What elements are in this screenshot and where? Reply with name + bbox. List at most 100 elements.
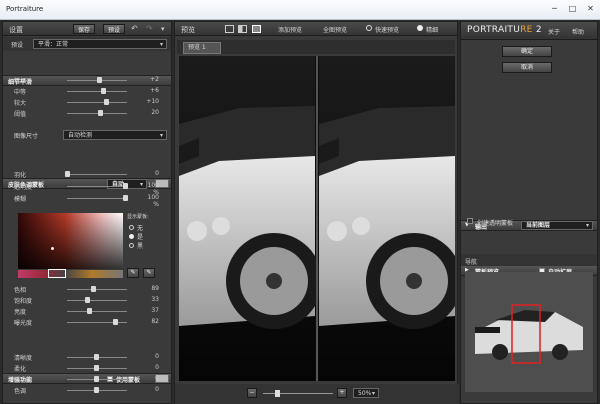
- save-button[interactable]: 保存: [73, 24, 95, 34]
- fine-radio[interactable]: [417, 25, 423, 31]
- zoom-slider-knob[interactable]: [275, 390, 280, 397]
- detail-slider-value: +2: [150, 76, 159, 83]
- color-slider-knob[interactable]: [112, 319, 118, 325]
- color-picker-marker[interactable]: [51, 247, 54, 250]
- detail-slider-knob[interactable]: [96, 77, 102, 83]
- zoom-bar: − + 50%: [175, 384, 459, 404]
- quick-preview-radio[interactable]: [366, 25, 372, 31]
- color-slider-knob[interactable]: [85, 297, 91, 303]
- settings-panel: 设置 保存 预设 ↶ ↷ ▾ 预设 平滑：正常 细节平滑 精细+2中等+6较大+…: [2, 21, 172, 404]
- maximize-icon[interactable]: □: [566, 3, 579, 15]
- detail-slider-knob[interactable]: [98, 110, 104, 116]
- skin-slider-value: 100 %: [147, 194, 159, 208]
- enhance-slider-row: 柔化 0: [3, 363, 168, 373]
- color-slider-label: 色相: [14, 287, 27, 294]
- color-slider-knob[interactable]: [91, 286, 97, 292]
- color-add-icon[interactable]: ✎: [127, 268, 139, 278]
- preview-header: 预览 添加预览 全图预览 快速预览 精细: [175, 22, 457, 36]
- window-title: Portraiture: [6, 5, 44, 13]
- minimize-icon[interactable]: ─: [548, 3, 561, 15]
- navigator-thumbnail[interactable]: [465, 272, 593, 392]
- detail-slider-track[interactable]: [67, 91, 127, 92]
- enhance-slider-knob[interactable]: [94, 387, 99, 393]
- enhance-slider-label: 暖色调: [14, 377, 33, 384]
- enhance-slider-label: 柔化: [14, 366, 27, 373]
- about-link[interactable]: 关于: [548, 27, 560, 36]
- radio-icon: [129, 243, 134, 248]
- mask-option-radio[interactable]: 黑: [129, 241, 143, 250]
- mask-option-label: 黑: [137, 243, 144, 250]
- full-preview-button[interactable]: 全图预览: [323, 25, 347, 34]
- enhance-slider-label: 清晰度: [14, 355, 33, 362]
- skin-color-picker[interactable]: [18, 213, 123, 269]
- color-sub-icon[interactable]: ✎: [143, 268, 155, 278]
- cancel-button[interactable]: 取消: [502, 62, 552, 73]
- skin-slider-row: 透明度 100 %: [3, 181, 168, 196]
- mask-display-group: 显示蒙板: 无是黑: [127, 213, 171, 253]
- side-by-side-icon[interactable]: [252, 25, 261, 33]
- undo-icon[interactable]: ↶: [131, 24, 138, 33]
- preview-tab[interactable]: 预览 1: [183, 42, 221, 54]
- new-layer-checkbox[interactable]: [467, 218, 473, 224]
- mask-option-radio[interactable]: 是: [129, 232, 143, 241]
- new-layer-row: 创建透明蒙板: [461, 215, 597, 227]
- skin-slider-row: 模糊 100 %: [3, 193, 168, 208]
- zoom-out-button[interactable]: −: [247, 388, 257, 398]
- zoom-slider-track[interactable]: [263, 393, 333, 394]
- portrait-size-select[interactable]: 自动检测: [63, 130, 167, 140]
- hue-bar[interactable]: [18, 269, 123, 278]
- zoom-in-button[interactable]: +: [337, 388, 347, 398]
- zoom-select[interactable]: 50%: [353, 388, 379, 398]
- enhance-slider-knob[interactable]: [94, 354, 99, 360]
- radio-icon: [129, 234, 134, 239]
- color-slider-value: 37: [151, 307, 159, 314]
- detail-slider-track[interactable]: [67, 102, 127, 103]
- brand-header: PORTRAITURE 2 关于 帮助: [461, 22, 597, 40]
- color-slider-track[interactable]: [67, 311, 127, 312]
- skin-slider-label: 模糊: [14, 196, 27, 203]
- color-slider-value: 89: [151, 285, 159, 292]
- enhance-slider-knob[interactable]: [94, 376, 99, 382]
- redo-icon[interactable]: ↷: [146, 24, 153, 33]
- skin-slider-knob[interactable]: [123, 183, 128, 189]
- detail-slider-row: 较大 +10: [3, 97, 168, 107]
- detail-slider-label: 精细: [14, 78, 27, 85]
- add-preview-button[interactable]: 添加预览: [278, 25, 302, 34]
- brand-logo: PORTRAITURE 2: [467, 25, 542, 35]
- skin-slider-label: 羽化: [14, 172, 27, 179]
- detail-slider-track[interactable]: [67, 113, 127, 114]
- color-slider-track[interactable]: [67, 289, 127, 290]
- detail-slider-value: +10: [146, 98, 159, 105]
- enhance-slider-row: 暖色调 0: [3, 374, 168, 384]
- skin-slider-row: 羽化 0: [3, 169, 168, 179]
- color-slider-track[interactable]: [67, 322, 127, 323]
- after-image: [319, 56, 462, 381]
- detail-slider-row: 精细 +2: [3, 75, 168, 85]
- skin-slider-knob[interactable]: [65, 171, 70, 177]
- skin-slider-track[interactable]: [67, 198, 127, 199]
- close-icon[interactable]: ✕: [584, 3, 597, 15]
- navigator-title: 导航: [465, 259, 478, 266]
- skin-slider-label: 透明度: [14, 184, 33, 191]
- color-slider-track[interactable]: [67, 300, 127, 301]
- fine-label: 精细: [426, 27, 439, 34]
- ok-button[interactable]: 确定: [502, 46, 552, 57]
- enhance-slider-row: 色调 0: [3, 385, 168, 395]
- detail-slider-knob[interactable]: [100, 88, 106, 94]
- preview-canvas[interactable]: [179, 56, 462, 381]
- preview-title: 预览: [181, 26, 195, 34]
- split-view-icon[interactable]: [238, 25, 247, 33]
- skin-slider-knob[interactable]: [123, 195, 128, 201]
- color-slider-knob[interactable]: [87, 308, 93, 314]
- mask-option-radio[interactable]: 无: [129, 223, 143, 232]
- help-link[interactable]: 帮助: [572, 27, 584, 36]
- skin-slider-track[interactable]: [67, 186, 127, 187]
- enhance-slider-knob[interactable]: [94, 365, 99, 371]
- preset-button[interactable]: 预设: [103, 24, 125, 34]
- menu-chevron-icon[interactable]: ▾: [161, 25, 165, 33]
- preset-select[interactable]: 平滑：正常: [33, 39, 167, 49]
- skin-slider-track[interactable]: [67, 174, 127, 175]
- single-view-icon[interactable]: [225, 25, 234, 33]
- hue-range-selector[interactable]: [48, 269, 66, 278]
- detail-slider-knob[interactable]: [104, 99, 110, 105]
